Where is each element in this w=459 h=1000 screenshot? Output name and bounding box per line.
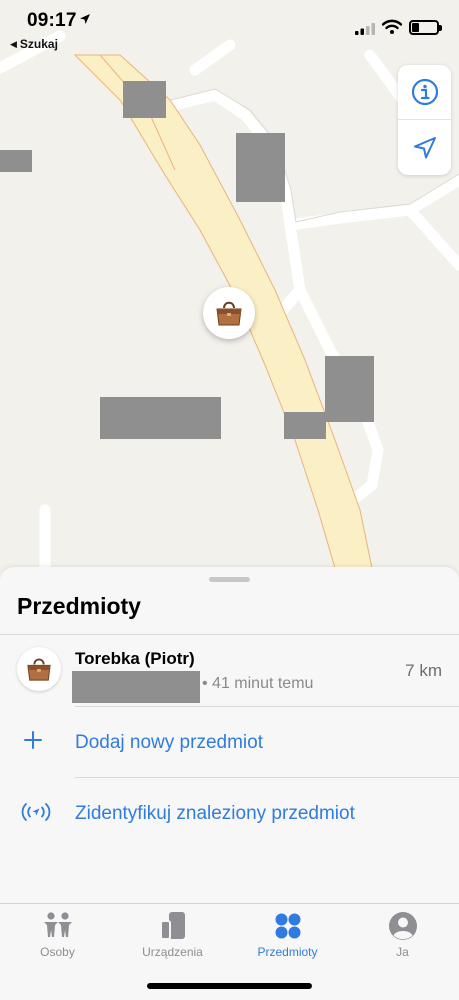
- locate-me-button[interactable]: [398, 120, 451, 175]
- redacted-block: [284, 412, 326, 439]
- tab-label: Osoby: [40, 945, 75, 959]
- sheet-title: Przedmioty: [17, 593, 141, 619]
- tab-me[interactable]: Ja: [345, 904, 459, 974]
- tab-items[interactable]: Przedmioty: [230, 904, 345, 974]
- item-avatar: [17, 647, 61, 691]
- signal-icon: [355, 23, 375, 35]
- info-icon: [411, 78, 438, 106]
- location-arrow-icon: [80, 14, 90, 24]
- location-arrow-icon: [413, 136, 436, 158]
- people-icon: [44, 912, 72, 937]
- status-time: 09:17: [27, 10, 77, 31]
- redacted-block: [236, 133, 285, 202]
- back-label: Szukaj: [19, 37, 58, 51]
- item-last-seen: • 41 minut temu: [202, 675, 314, 692]
- item-distance: 7 km: [405, 661, 442, 680]
- identify-found-item-button[interactable]: Zidentyfikuj znaleziony przedmiot: [0, 778, 459, 848]
- status-bar: 09:17 ◀ Szukaj: [0, 0, 459, 54]
- item-name: Torebka (Piotr): [75, 649, 195, 668]
- handbag-icon: [216, 301, 242, 326]
- identify-item-label: Zidentyfikuj znaleziony przedmiot: [75, 803, 355, 824]
- back-to-search-button[interactable]: ◀ Szukaj: [10, 37, 58, 51]
- back-triangle-icon: ◀: [10, 39, 17, 49]
- devices-icon: [160, 912, 185, 940]
- person-icon: [389, 912, 417, 940]
- redacted-block: [100, 397, 221, 439]
- tab-label: Urządzenia: [142, 945, 203, 959]
- info-button[interactable]: [398, 65, 451, 120]
- sheet-grabber[interactable]: [209, 577, 250, 582]
- items-icon: [275, 913, 301, 939]
- list-item[interactable]: Torebka (Piotr) • 41 minut temu 7 km: [0, 635, 459, 705]
- tab-devices[interactable]: Urządzenia: [115, 904, 230, 974]
- item-map-pin[interactable]: [203, 287, 255, 339]
- battery-icon: [409, 20, 442, 35]
- home-indicator[interactable]: [147, 983, 312, 989]
- airtag-signal-icon: [21, 803, 51, 821]
- handbag-icon: [27, 658, 51, 681]
- add-item-button[interactable]: Dodaj nowy przedmiot: [0, 707, 459, 777]
- redacted-block: [325, 356, 374, 422]
- tab-label: Ja: [396, 945, 409, 959]
- tab-label: Przedmioty: [257, 945, 318, 959]
- wifi-icon: [382, 19, 402, 34]
- redacted-location: [72, 671, 200, 703]
- map-controls: [398, 65, 451, 175]
- plus-icon: [24, 731, 42, 749]
- redacted-block: [123, 81, 166, 118]
- redacted-block: [0, 150, 32, 172]
- tab-people[interactable]: Osoby: [0, 904, 115, 974]
- add-item-label: Dodaj nowy przedmiot: [75, 732, 263, 753]
